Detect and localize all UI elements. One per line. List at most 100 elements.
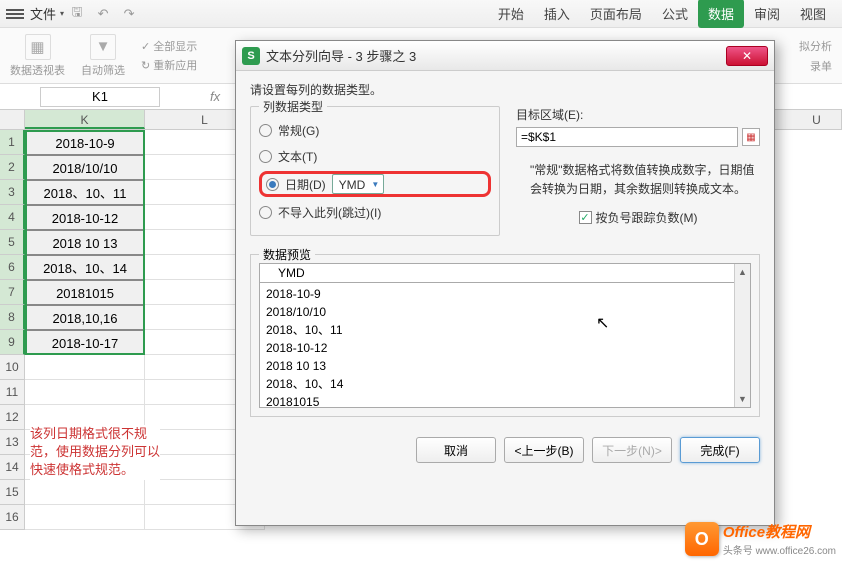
next-button: 下一步(N)> xyxy=(592,437,672,463)
row-header-1[interactable]: 1 xyxy=(0,130,25,155)
row-header-5[interactable]: 5 xyxy=(0,230,25,255)
tab-view[interactable]: 视图 xyxy=(790,0,836,28)
show-all-button[interactable]: ✓全部显示 xyxy=(141,38,197,54)
pivot-table-button[interactable]: ▦ 数据透视表 xyxy=(10,34,65,78)
col-header-u[interactable]: U xyxy=(792,110,842,129)
undo-icon[interactable]: ↶ xyxy=(94,5,112,23)
text-to-columns-dialog: S 文本分列向导 - 3 步骤之 3 ✕ 请设置每列的数据类型。 列数据类型 常… xyxy=(235,40,775,526)
save-icon[interactable]: 🖫 xyxy=(68,5,86,23)
preview-row: 2018/10/10 xyxy=(266,303,744,321)
row-header-2[interactable]: 2 xyxy=(0,155,25,180)
radio-general-label: 常规(G) xyxy=(278,122,319,139)
watermark: O Office教程网 头条号 www.office26.com xyxy=(685,521,836,557)
preview-scrollbar[interactable]: ▲ ▼ xyxy=(734,264,750,407)
cell-k7[interactable]: 20181015 xyxy=(25,280,145,305)
radio-skip-label: 不导入此列(跳过)(I) xyxy=(278,204,381,221)
preview-header: YMD xyxy=(260,264,750,283)
preview-row: 2018、10、11 xyxy=(266,321,744,339)
cell-k2[interactable]: 2018/10/10 xyxy=(25,155,145,180)
preview-row: 2018-10-9 xyxy=(266,285,744,303)
back-button[interactable]: <上一步(B) xyxy=(504,437,584,463)
cell-k16[interactable] xyxy=(25,505,145,530)
radio-skip[interactable]: 不导入此列(跳过)(I) xyxy=(259,199,491,225)
row-header-14[interactable]: 14 xyxy=(0,455,25,480)
reapply-icon: ↻ xyxy=(141,59,150,72)
row-header-4[interactable]: 4 xyxy=(0,205,25,230)
checkbox-icon: ✓ xyxy=(579,211,592,224)
autofilter-label: 自动筛选 xyxy=(81,62,125,78)
reapply-button[interactable]: ↻重新应用 xyxy=(141,57,197,73)
close-button[interactable]: ✕ xyxy=(726,46,768,66)
cell-k1[interactable]: 2018-10-9 xyxy=(25,130,145,155)
radio-date-highlighted[interactable]: 日期(D) YMD xyxy=(259,171,491,197)
row-header-11[interactable]: 11 xyxy=(0,380,25,405)
scroll-up-icon[interactable]: ▲ xyxy=(735,264,750,280)
cell-k4[interactable]: 2018-10-12 xyxy=(25,205,145,230)
row-header-16[interactable]: 16 xyxy=(0,505,25,530)
dialog-title: 文本分列向导 - 3 步骤之 3 xyxy=(266,46,416,65)
radio-general[interactable]: 常规(G) xyxy=(259,117,491,143)
checkbox-label: 按负号跟踪负数(M) xyxy=(596,209,698,226)
file-menu-arrow[interactable]: ▾ xyxy=(60,9,64,18)
row-header-15[interactable]: 15 xyxy=(0,480,25,505)
redo-icon[interactable]: ↷ xyxy=(120,5,138,23)
sim-analysis-cut: 拟分析 xyxy=(799,38,832,54)
preview-row: 2018-10-12 xyxy=(266,339,744,357)
row-header-7[interactable]: 7 xyxy=(0,280,25,305)
row-header-8[interactable]: 8 xyxy=(0,305,25,330)
cell-k11[interactable] xyxy=(25,380,145,405)
funnel-icon: ▼ xyxy=(90,34,116,60)
format-description: "常规"数据格式将数值转换成数字，日期值会转换为日期，其余数据则转换成文本。 xyxy=(516,161,760,199)
date-format-combo[interactable]: YMD xyxy=(332,174,385,194)
radio-icon xyxy=(259,206,272,219)
target-range-input[interactable] xyxy=(516,127,738,147)
cell-k6[interactable]: 2018、10、14 xyxy=(25,255,145,280)
preview-row: 2018、10、14 xyxy=(266,375,744,393)
select-all-corner[interactable] xyxy=(0,110,25,129)
tab-review[interactable]: 审阅 xyxy=(744,0,790,28)
radio-text-label: 文本(T) xyxy=(278,148,317,165)
radio-icon xyxy=(259,150,272,163)
cell-k3[interactable]: 2018、10、11 xyxy=(25,180,145,205)
row-header-10[interactable]: 10 xyxy=(0,355,25,380)
scroll-down-icon[interactable]: ▼ xyxy=(735,391,750,407)
radio-text[interactable]: 文本(T) xyxy=(259,143,491,169)
range-picker-icon[interactable]: ▦ xyxy=(742,128,760,146)
reapply-label: 重新应用 xyxy=(153,57,197,73)
cell-k9[interactable]: 2018-10-17 xyxy=(25,330,145,355)
fx-icon[interactable]: fx xyxy=(210,89,220,104)
tab-pagelayout[interactable]: 页面布局 xyxy=(580,0,652,28)
tab-formula[interactable]: 公式 xyxy=(652,0,698,28)
cancel-button[interactable]: 取消 xyxy=(416,437,496,463)
cell-k5[interactable]: 2018 10 13 xyxy=(25,230,145,255)
pivot-icon: ▦ xyxy=(25,34,51,60)
preview-row: 2018 10 13 xyxy=(266,357,744,375)
preview-area: YMD 2018-10-9 2018/10/10 2018、10、11 2018… xyxy=(259,263,751,408)
tab-insert[interactable]: 插入 xyxy=(534,0,580,28)
col-header-k[interactable]: K xyxy=(25,110,145,129)
show-all-icon: ✓ xyxy=(141,40,150,53)
row-header-12[interactable]: 12 xyxy=(0,405,25,430)
cell-k8[interactable]: 2018,10,16 xyxy=(25,305,145,330)
negative-tracking-checkbox[interactable]: ✓ 按负号跟踪负数(M) xyxy=(516,209,760,226)
row-header-9[interactable]: 9 xyxy=(0,330,25,355)
row-header-13[interactable]: 13 xyxy=(0,430,25,455)
dialog-app-icon: S xyxy=(242,47,260,65)
autofilter-button[interactable]: ▼ 自动筛选 xyxy=(81,34,125,78)
target-range-label: 目标区域(E): xyxy=(516,106,760,123)
row-header-3[interactable]: 3 xyxy=(0,180,25,205)
name-box[interactable]: K1 xyxy=(40,87,160,107)
cell-k10[interactable] xyxy=(25,355,145,380)
tab-data[interactable]: 数据 xyxy=(698,0,744,28)
preview-row: 20181015 xyxy=(266,393,744,408)
row-header-6[interactable]: 6 xyxy=(0,255,25,280)
tab-start[interactable]: 开始 xyxy=(488,0,534,28)
file-menu[interactable]: 文件 xyxy=(30,4,56,23)
finish-button[interactable]: 完成(F) xyxy=(680,437,760,463)
annotation-text: 该列日期格式很不规范，使用数据分列可以快速使格式规范。 xyxy=(30,425,160,480)
pivot-label: 数据透视表 xyxy=(10,62,65,78)
record-cut: 录单 xyxy=(810,58,832,74)
app-menu-icon[interactable] xyxy=(6,7,24,21)
watermark-text: Office教程网 xyxy=(723,521,836,542)
cell-k15[interactable] xyxy=(25,480,145,505)
